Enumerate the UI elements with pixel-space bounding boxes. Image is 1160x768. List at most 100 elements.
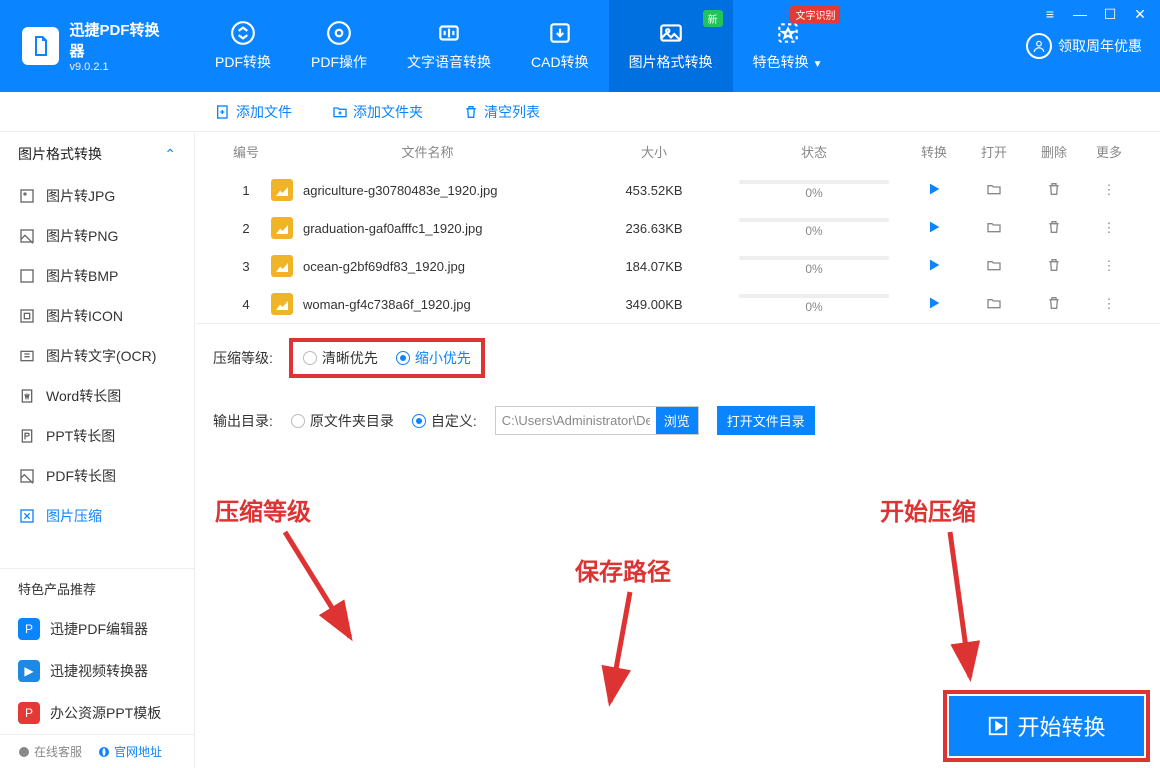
- convert-button[interactable]: [904, 295, 964, 314]
- nav-special[interactable]: 文字识别 特色转换▼: [733, 0, 843, 92]
- radio-clear-priority[interactable]: 清晰优先: [303, 348, 378, 368]
- pdf-icon: [18, 467, 36, 485]
- table-body: 1 agriculture-g30780483e_1920.jpg 453.52…: [195, 171, 1160, 323]
- sidebar-item-word[interactable]: Word转长图: [0, 376, 194, 416]
- promo-ppt-template[interactable]: P办公资源PPT模板: [0, 692, 194, 734]
- start-convert-button[interactable]: 开始转换: [949, 696, 1144, 756]
- compress-level-row: 压缩等级: 清晰优先 缩小优先: [213, 338, 1142, 378]
- header: 迅捷PDF转换器 v9.0.2.1 PDF转换 PDF操作 文字语音转换 CAD…: [0, 0, 1160, 92]
- app-title: 迅捷PDF转换器: [69, 19, 173, 61]
- browse-button[interactable]: 浏览: [656, 407, 698, 434]
- add-folder-button[interactable]: 添加文件夹: [332, 102, 423, 122]
- online-service-link[interactable]: 在线客服: [18, 743, 82, 760]
- compress-icon: [18, 507, 36, 525]
- radio-small-priority[interactable]: 缩小优先: [396, 348, 471, 368]
- arrow-icon: [930, 522, 990, 692]
- level-label: 压缩等级:: [213, 348, 273, 368]
- window-controls: ≡ — ☐ ✕: [1042, 6, 1148, 23]
- toolbar: 添加文件 添加文件夹 清空列表: [0, 92, 1160, 132]
- sidebar-item-ocr[interactable]: 图片转文字(OCR): [0, 336, 194, 376]
- delete-button[interactable]: [1024, 219, 1084, 238]
- image-file-icon: [271, 179, 293, 201]
- bmp-icon: [18, 267, 36, 285]
- maximize-button[interactable]: ☐: [1102, 6, 1118, 23]
- nav-pdf-convert[interactable]: PDF转换: [195, 0, 291, 92]
- nav-image-format[interactable]: 新 图片格式转换: [609, 0, 733, 92]
- radio-custom-dir[interactable]: 自定义:: [412, 411, 477, 431]
- image-icon: [658, 20, 684, 46]
- row-index: 2: [221, 221, 271, 236]
- delete-button[interactable]: [1024, 181, 1084, 200]
- promo-icon: P: [18, 618, 40, 640]
- content: 编号 文件名称 大小 状态 转换 打开 删除 更多 1 agriculture-…: [195, 132, 1160, 768]
- annotation-start: 开始压缩: [880, 492, 976, 527]
- close-button[interactable]: ✕: [1132, 6, 1148, 23]
- word-icon: [18, 387, 36, 405]
- main-nav: PDF转换 PDF操作 文字语音转换 CAD转换 新 图片格式转换 文字识别 特…: [195, 0, 842, 92]
- star-icon: [775, 20, 801, 46]
- sidebar-item-ppt[interactable]: PPT转长图: [0, 416, 194, 456]
- play-icon: [987, 715, 1009, 737]
- promo-pdf-editor[interactable]: P迅捷PDF编辑器: [0, 608, 194, 650]
- delete-button[interactable]: [1024, 295, 1084, 314]
- claim-link[interactable]: 领取周年优惠: [1026, 33, 1142, 59]
- sidebar-item-jpg[interactable]: 图片转JPG: [0, 176, 194, 216]
- jpg-icon: [18, 187, 36, 205]
- more-button[interactable]: ⋮: [1084, 258, 1134, 274]
- minimize-button[interactable]: —: [1072, 6, 1088, 23]
- app-logo-icon: [22, 27, 59, 65]
- open-button[interactable]: [964, 219, 1024, 238]
- open-dir-button[interactable]: 打开文件目录: [717, 406, 815, 435]
- table-row: 3 ocean-g2bf69df83_1920.jpg 184.07KB 0% …: [195, 247, 1160, 285]
- new-badge: 新: [703, 10, 723, 27]
- nav-text-voice[interactable]: 文字语音转换: [387, 0, 511, 92]
- row-size: 349.00KB: [584, 297, 724, 312]
- open-button[interactable]: [964, 181, 1024, 200]
- row-index: 3: [221, 259, 271, 274]
- arrow-icon: [590, 582, 650, 712]
- sidebar-item-bmp[interactable]: 图片转BMP: [0, 256, 194, 296]
- promo-video-converter[interactable]: ▶迅捷视频转换器: [0, 650, 194, 692]
- download-icon: [547, 20, 573, 46]
- more-button[interactable]: ⋮: [1084, 182, 1134, 198]
- row-index: 4: [221, 297, 271, 312]
- row-size: 236.63KB: [584, 221, 724, 236]
- row-status: 0%: [724, 294, 904, 314]
- gear-icon: [326, 20, 352, 46]
- nav-cad[interactable]: CAD转换: [511, 0, 609, 92]
- sidebar-item-compress[interactable]: 图片压缩: [0, 496, 194, 536]
- delete-button[interactable]: [1024, 257, 1084, 276]
- convert-button[interactable]: [904, 257, 964, 276]
- promo-icon: P: [18, 702, 40, 724]
- sidebar-item-pdf[interactable]: PDF转长图: [0, 456, 194, 496]
- nav-pdf-ops[interactable]: PDF操作: [291, 0, 387, 92]
- chevron-down-icon: ▼: [813, 59, 823, 70]
- radio-original-dir[interactable]: 原文件夹目录: [291, 411, 394, 431]
- convert-button[interactable]: [904, 181, 964, 200]
- convert-button[interactable]: [904, 219, 964, 238]
- output-label: 输出目录:: [213, 411, 273, 431]
- row-size: 184.07KB: [584, 259, 724, 274]
- row-filename: ocean-g2bf69df83_1920.jpg: [271, 255, 584, 277]
- more-button[interactable]: ⋮: [1084, 220, 1134, 236]
- annotation-path: 保存路径: [575, 552, 671, 587]
- annotation-level: 压缩等级: [215, 492, 311, 527]
- more-button[interactable]: ⋮: [1084, 296, 1134, 312]
- path-input[interactable]: [496, 409, 656, 432]
- row-filename: agriculture-g30780483e_1920.jpg: [271, 179, 584, 201]
- sidebar-item-icon[interactable]: 图片转ICON: [0, 296, 194, 336]
- table-header: 编号 文件名称 大小 状态 转换 打开 删除 更多: [195, 132, 1160, 171]
- sidebar-item-png[interactable]: 图片转PNG: [0, 216, 194, 256]
- open-button[interactable]: [964, 257, 1024, 276]
- ocr-badge: 文字识别: [790, 6, 840, 23]
- open-button[interactable]: [964, 295, 1024, 314]
- app-version: v9.0.2.1: [69, 61, 173, 73]
- clear-list-button[interactable]: 清空列表: [463, 102, 540, 122]
- add-file-button[interactable]: 添加文件: [215, 102, 292, 122]
- official-site-link[interactable]: 官网地址: [98, 743, 162, 760]
- image-file-icon: [271, 255, 293, 277]
- table-row: 2 graduation-gaf0afffc1_1920.jpg 236.63K…: [195, 209, 1160, 247]
- sidebar-group-header[interactable]: 图片格式转换 ⌃: [0, 132, 194, 176]
- menu-icon[interactable]: ≡: [1042, 6, 1058, 23]
- png-icon: [18, 227, 36, 245]
